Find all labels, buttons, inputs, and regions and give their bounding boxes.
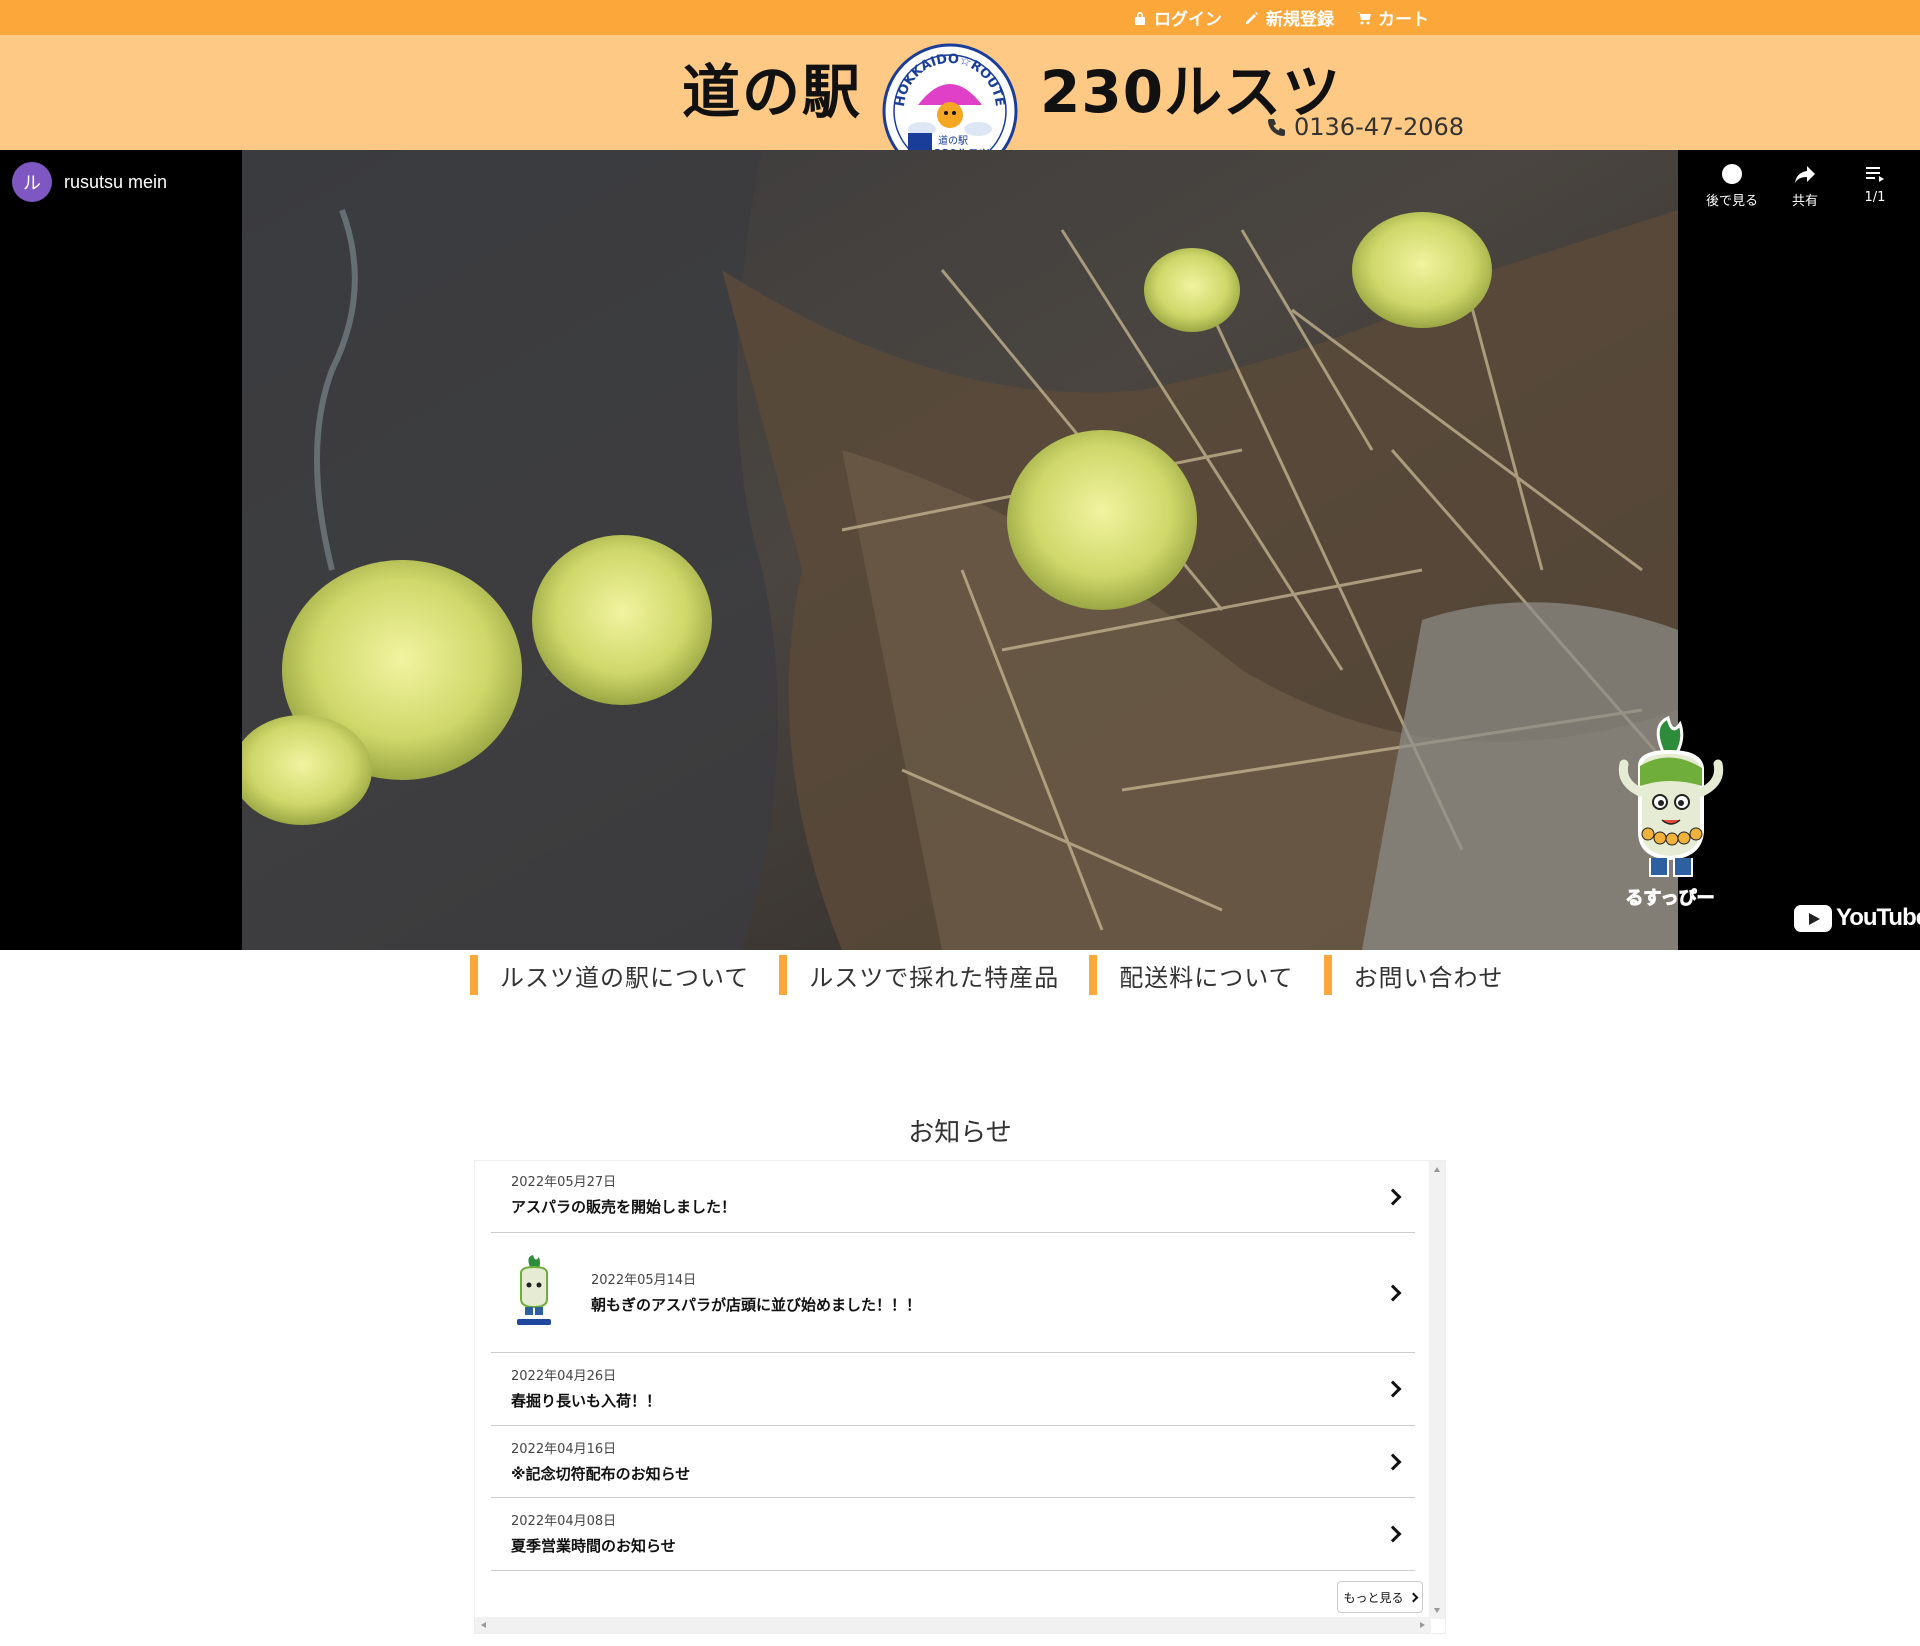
share-label: 共有 bbox=[1792, 194, 1819, 209]
news-item[interactable]: 2022年04月16日 ※記念切符配布のお知らせ bbox=[491, 1426, 1415, 1498]
nav-item-products[interactable]: ルスツで採れた特産品 bbox=[779, 955, 1059, 995]
phone-number[interactable]: 0136-47-2068 bbox=[1266, 113, 1464, 141]
news-list: 2022年05月27日 アスパラの販売を開始しました！ 2022年05月14日 … bbox=[491, 1161, 1415, 1571]
channel-name[interactable]: rusutsu mein bbox=[64, 172, 167, 193]
youtube-brand: YouTube bbox=[1836, 904, 1920, 931]
news-date: 2022年05月27日 bbox=[511, 1175, 617, 1190]
scroll-up-icon[interactable] bbox=[1434, 1167, 1440, 1172]
news-date: 2022年04月08日 bbox=[511, 1514, 617, 1529]
cart-link[interactable]: カート bbox=[1356, 5, 1429, 30]
more-button[interactable]: もっと見る bbox=[1337, 1581, 1423, 1613]
cart-label: カート bbox=[1378, 10, 1429, 30]
nav-item-shipping[interactable]: 配送料について bbox=[1089, 955, 1293, 995]
scroll-down-icon[interactable] bbox=[1434, 1608, 1440, 1613]
video-frame[interactable] bbox=[242, 150, 1678, 950]
site-header: 道の駅 HOKKAIDO☆ROUTE230 道の駅 230ルスツ 230ルスツ … bbox=[0, 35, 1920, 179]
top-utility-bar: ログイン 新規登録 カート bbox=[0, 0, 1920, 35]
nav-item-contact[interactable]: お問い合わせ bbox=[1323, 955, 1504, 995]
news-title: ※記念切符配布のお知らせ bbox=[511, 1465, 691, 1483]
news-item[interactable]: 2022年05月14日 朝もぎのアスパラが店頭に並び始めました！！！ bbox=[491, 1233, 1415, 1353]
nav-bar-accent bbox=[1323, 955, 1332, 995]
scroll-right-icon[interactable] bbox=[1420, 1622, 1425, 1628]
youtube-play-icon bbox=[1794, 904, 1832, 932]
more-label: もっと見る bbox=[1343, 1590, 1404, 1605]
channel-avatar[interactable]: ル bbox=[12, 162, 52, 202]
watch-later-button[interactable]: 後で見る bbox=[1706, 162, 1758, 209]
channel-info[interactable]: ル rusutsu mein bbox=[12, 162, 167, 202]
news-title: アスパラの販売を開始しました！ bbox=[511, 1198, 737, 1216]
mascot-name: るすっぴー bbox=[1625, 888, 1714, 909]
cart-icon bbox=[1357, 11, 1371, 24]
nav-item-about[interactable]: ルスツ道の駅について bbox=[470, 955, 749, 995]
login-link[interactable]: ログイン bbox=[1132, 5, 1222, 30]
chevron-right-icon bbox=[1408, 1592, 1418, 1602]
playlist-count: 1/1 bbox=[1864, 190, 1886, 205]
nav-label: ルスツで採れた特産品 bbox=[809, 963, 1060, 992]
news-date: 2022年04月16日 bbox=[511, 1442, 617, 1457]
lock-icon bbox=[1135, 11, 1145, 25]
nav-label: 配送料について bbox=[1119, 963, 1294, 992]
phone-text: 0136-47-2068 bbox=[1294, 113, 1465, 141]
news-title: 朝もぎのアスパラが店頭に並び始めました！！！ bbox=[591, 1296, 922, 1314]
vertical-scrollbar[interactable] bbox=[1429, 1161, 1445, 1619]
playlist-button[interactable]: 1/1 bbox=[1863, 162, 1887, 205]
news-item[interactable]: 2022年04月26日 春掘り長いも入荷！！ bbox=[491, 1353, 1415, 1426]
nav-bar-accent bbox=[470, 955, 478, 995]
news-item[interactable]: 2022年04月08日 夏季営業時間のお知らせ bbox=[491, 1498, 1415, 1571]
main-nav: ルスツ道の駅について ルスツで採れた特産品 配送料について お問い合わせ bbox=[470, 955, 1534, 995]
youtube-embed[interactable]: ル rusutsu mein 後で見る 共有 1/1 るすっぴー YouTube bbox=[0, 150, 1920, 950]
news-title: 夏季営業時間のお知らせ bbox=[511, 1537, 676, 1555]
logo-station-text: 道の駅 bbox=[938, 134, 968, 147]
news-date: 2022年04月26日 bbox=[511, 1369, 617, 1384]
register-label: 新規登録 bbox=[1266, 10, 1334, 30]
news-item[interactable]: 2022年05月27日 アスパラの販売を開始しました！ bbox=[491, 1161, 1415, 1233]
news-date: 2022年05月14日 bbox=[591, 1273, 697, 1288]
rusuppy-mascot-icon: るすっぴー bbox=[1618, 716, 1724, 910]
playlist-icon bbox=[1866, 167, 1884, 182]
rusuppy-thumbnail-icon bbox=[517, 1255, 551, 1325]
clock-icon bbox=[1722, 164, 1742, 184]
nav-bar-accent bbox=[779, 955, 788, 995]
nav-bar-accent bbox=[1089, 955, 1098, 995]
nav-label: お問い合わせ bbox=[1353, 963, 1504, 992]
phone-icon bbox=[1268, 119, 1285, 136]
news-heading: お知らせ bbox=[905, 1112, 1015, 1149]
news-heading-text: お知らせ bbox=[908, 1118, 1012, 1148]
login-label: ログイン bbox=[1154, 10, 1222, 30]
watch-later-label: 後で見る bbox=[1706, 194, 1759, 209]
register-link[interactable]: 新規登録 bbox=[1244, 5, 1334, 30]
nav-label: ルスツ道の駅について bbox=[500, 963, 750, 992]
scroll-left-icon[interactable] bbox=[481, 1622, 486, 1628]
pencil-icon bbox=[1246, 11, 1258, 24]
share-arrow-icon bbox=[1795, 166, 1815, 183]
account-links: ログイン 新規登録 カート bbox=[1132, 0, 1429, 35]
horizontal-scrollbar[interactable] bbox=[475, 1617, 1431, 1633]
site-title-left[interactable]: 道の駅 bbox=[682, 45, 862, 129]
news-title: 春掘り長いも入荷！！ bbox=[511, 1392, 662, 1410]
youtube-logo[interactable]: YouTube bbox=[1794, 904, 1920, 932]
news-scroll-box[interactable]: 2022年05月27日 アスパラの販売を開始しました！ 2022年05月14日 … bbox=[474, 1160, 1446, 1634]
share-button[interactable]: 共有 bbox=[1792, 162, 1818, 209]
